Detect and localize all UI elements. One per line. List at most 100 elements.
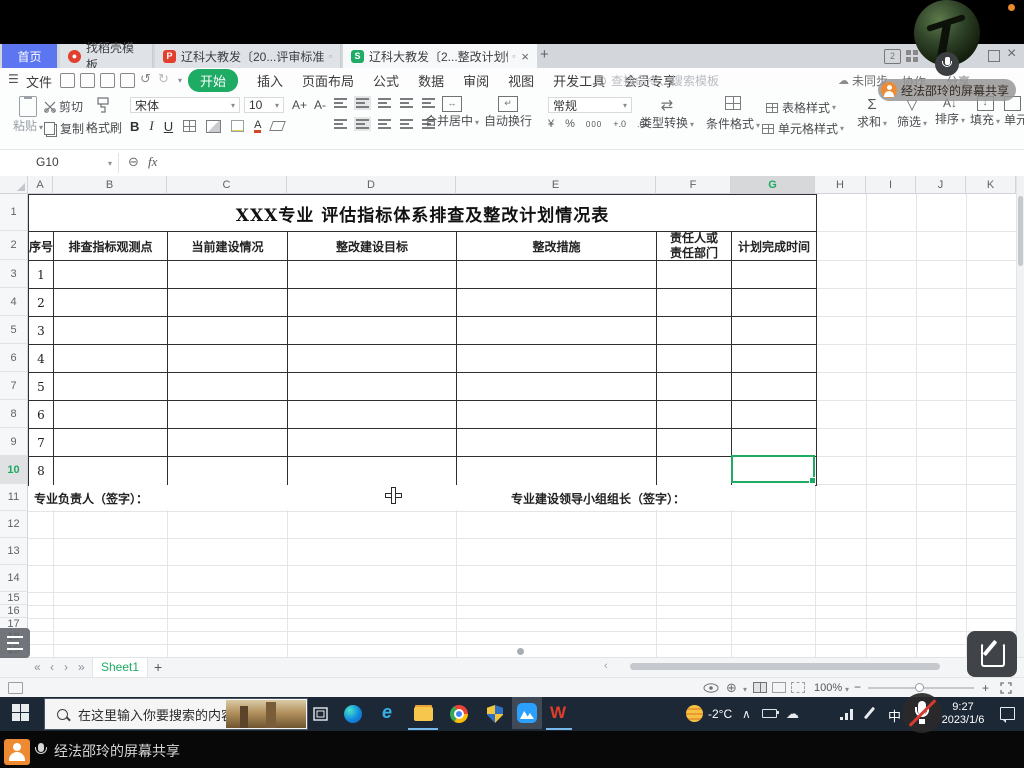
- fx-icon[interactable]: fx: [148, 154, 157, 170]
- muted-mic-overlay[interactable]: [902, 693, 942, 733]
- cell[interactable]: [732, 345, 816, 373]
- underline-button[interactable]: U: [164, 119, 173, 134]
- menu-file[interactable]: 文件: [26, 72, 52, 91]
- zoom-out-button[interactable]: −: [854, 680, 861, 694]
- cell[interactable]: [732, 401, 816, 429]
- vertical-scrollbar[interactable]: [1016, 176, 1024, 657]
- fill-handle[interactable]: [809, 477, 816, 484]
- row-header[interactable]: 13: [0, 538, 28, 565]
- formula-input[interactable]: [170, 154, 1010, 171]
- cell[interactable]: [657, 401, 732, 429]
- header-cell[interactable]: 责任人或责任部门: [657, 232, 732, 261]
- column-header[interactable]: H: [815, 176, 866, 194]
- cell[interactable]: [168, 261, 288, 289]
- menu-data[interactable]: 数据: [418, 71, 444, 90]
- print-icon[interactable]: [100, 73, 115, 88]
- cell[interactable]: [657, 317, 732, 345]
- cut-button[interactable]: 剪切: [44, 98, 83, 115]
- pen-tray-icon[interactable]: [864, 707, 875, 720]
- save-icon[interactable]: [60, 73, 75, 88]
- zoom-in-button[interactable]: +: [982, 681, 989, 695]
- cell[interactable]: [457, 373, 657, 401]
- column-header[interactable]: C: [167, 176, 287, 194]
- row-header[interactable]: 6: [0, 344, 28, 372]
- paste-button[interactable]: 粘贴▾: [8, 96, 48, 134]
- justify-button[interactable]: [400, 119, 413, 129]
- internet-explorer-icon[interactable]: e: [382, 702, 392, 723]
- increase-font-button[interactable]: A+: [292, 98, 307, 112]
- tab-pin-icon[interactable]: ▫: [512, 51, 515, 61]
- menu-home-active[interactable]: 开始: [188, 69, 238, 92]
- selected-cell-G10[interactable]: [731, 455, 815, 483]
- annotation-pen-button[interactable]: [967, 631, 1017, 677]
- cell[interactable]: 4: [29, 345, 54, 373]
- wps-icon[interactable]: W: [550, 703, 566, 723]
- window-badge-icon[interactable]: 2: [884, 49, 901, 64]
- column-header[interactable]: F: [656, 176, 731, 194]
- cell[interactable]: 2: [29, 289, 54, 317]
- cell[interactable]: [288, 345, 457, 373]
- cell[interactable]: [54, 261, 168, 289]
- tab-home[interactable]: 首页: [2, 44, 57, 68]
- header-cell[interactable]: 当前建设情况: [168, 232, 288, 261]
- decrease-font-button[interactable]: A-: [314, 98, 326, 112]
- last-sheet-icon[interactable]: »: [78, 660, 85, 674]
- undo-icon[interactable]: ↺: [140, 71, 151, 87]
- tray-expand-icon[interactable]: ∧: [742, 707, 751, 721]
- font-size-select[interactable]: 10 ▾: [244, 97, 284, 113]
- zoom-formula-icon[interactable]: ⊖: [128, 154, 139, 170]
- cell[interactable]: [288, 429, 457, 457]
- cell[interactable]: [168, 317, 288, 345]
- first-sheet-icon[interactable]: «: [34, 660, 41, 674]
- cell[interactable]: [657, 261, 732, 289]
- header-cell[interactable]: 整改措施: [457, 232, 657, 261]
- cell[interactable]: [657, 373, 732, 401]
- cell[interactable]: [54, 401, 168, 429]
- layout-grid-icon[interactable]: [906, 50, 918, 62]
- column-header[interactable]: A: [28, 176, 53, 194]
- cell[interactable]: 8: [29, 457, 54, 485]
- header-cell[interactable]: 排查指标观测点: [54, 232, 168, 261]
- cell[interactable]: [168, 429, 288, 457]
- row-header[interactable]: 8: [0, 400, 28, 428]
- network-icon[interactable]: [840, 706, 854, 720]
- selection-target-icon[interactable]: ⊕: [726, 680, 737, 696]
- zoom-level[interactable]: 100%: [814, 682, 842, 694]
- cell[interactable]: [54, 429, 168, 457]
- currency-button[interactable]: ¥: [548, 118, 554, 130]
- close-window-icon[interactable]: ×: [1007, 45, 1016, 63]
- cell[interactable]: [457, 401, 657, 429]
- align-left-button[interactable]: [334, 119, 347, 129]
- cell[interactable]: [168, 457, 288, 485]
- cell[interactable]: [168, 401, 288, 429]
- filter-button[interactable]: ▽ 筛选▾: [894, 96, 930, 130]
- menu-review[interactable]: 审阅: [463, 71, 489, 90]
- search-highlight-image[interactable]: [226, 700, 306, 728]
- thousand-separator-button[interactable]: 000: [586, 120, 602, 129]
- header-cell[interactable]: 整改建设目标: [288, 232, 457, 261]
- quick-access-caret-icon[interactable]: ▾: [178, 76, 182, 85]
- cell[interactable]: [457, 289, 657, 317]
- cell[interactable]: [288, 401, 457, 429]
- page-break-view-button[interactable]: [791, 682, 805, 693]
- cell[interactable]: 1: [29, 261, 54, 289]
- menu-page-layout[interactable]: 页面布局: [302, 71, 354, 90]
- cell[interactable]: [732, 261, 816, 289]
- percent-button[interactable]: %: [565, 118, 575, 130]
- copy-button[interactable]: 复制▾: [44, 120, 90, 137]
- row-header[interactable]: 2: [0, 231, 28, 260]
- cell[interactable]: [457, 429, 657, 457]
- ime-indicator[interactable]: 中: [888, 706, 901, 725]
- shading-button-icon[interactable]: [206, 120, 221, 133]
- export-icon[interactable]: [80, 73, 95, 88]
- cell[interactable]: [54, 345, 168, 373]
- signature-row[interactable]: 专业负责人（签字）： 专业建设领导小组组长（签字）：: [29, 485, 815, 510]
- chrome-icon[interactable]: [450, 705, 468, 723]
- table-style-button[interactable]: 表格样式▾: [766, 99, 836, 116]
- battery-icon[interactable]: [762, 709, 777, 718]
- type-convert-button[interactable]: ⇄ 类型转换▾: [638, 96, 696, 131]
- cell[interactable]: [54, 373, 168, 401]
- row-header[interactable]: 4: [0, 288, 28, 316]
- annotation-list-overlay[interactable]: [0, 628, 30, 658]
- webcam-mic-badge[interactable]: [935, 52, 959, 76]
